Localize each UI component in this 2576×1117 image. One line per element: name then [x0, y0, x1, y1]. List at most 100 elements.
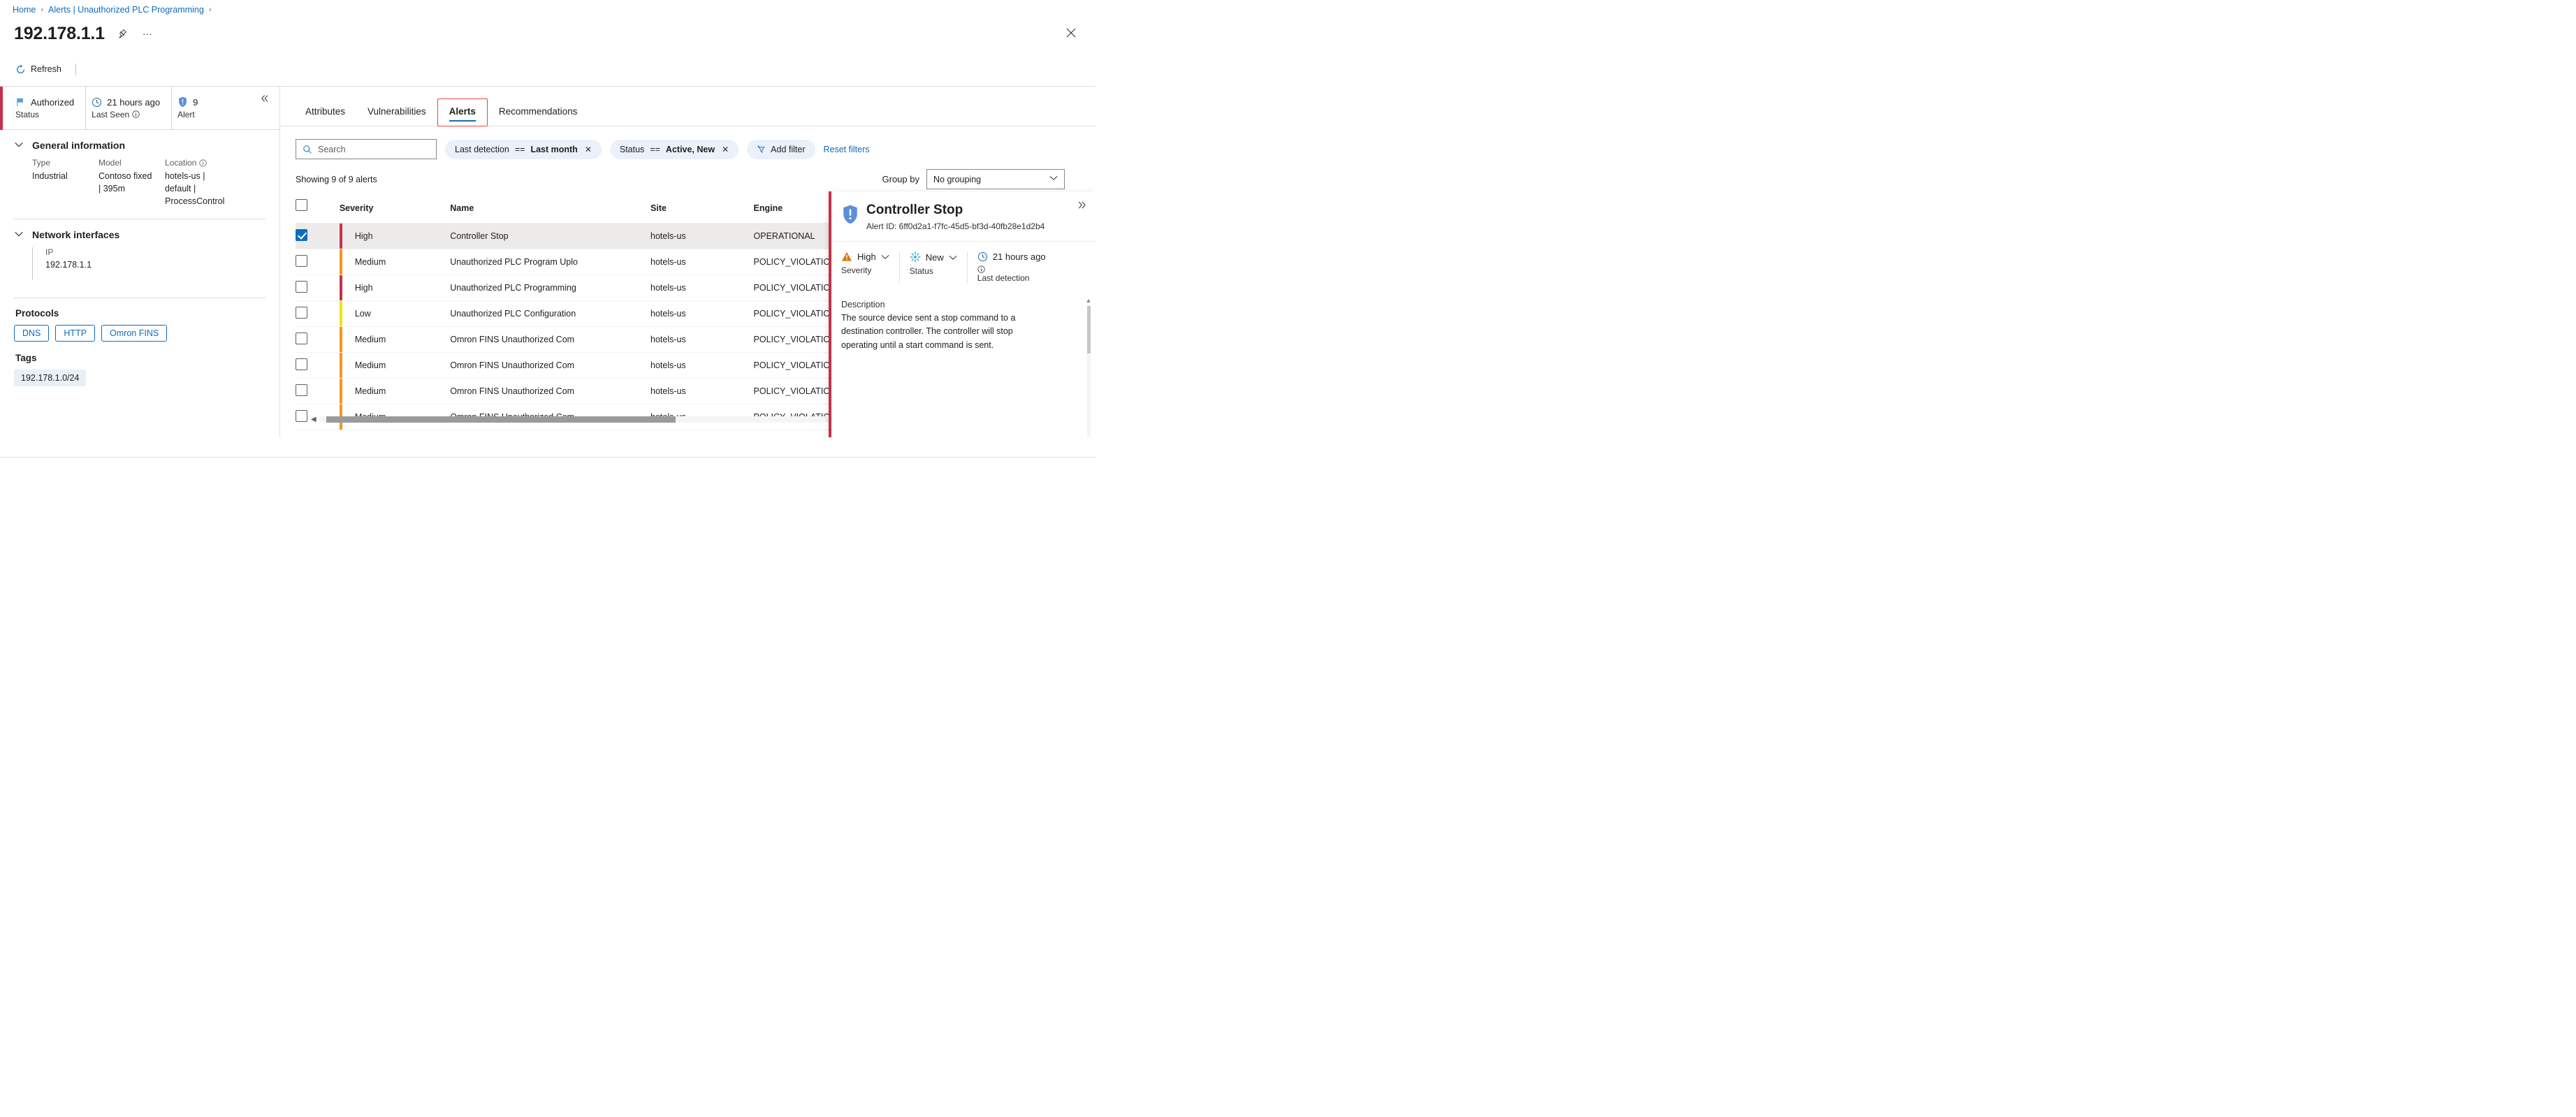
alert-status-value: New	[926, 252, 944, 263]
severity-label: High	[355, 231, 373, 241]
filter-value: Active, New	[666, 145, 715, 154]
column-name[interactable]: Name	[450, 199, 650, 224]
column-severity[interactable]: Severity	[340, 199, 450, 224]
filter-pill-status[interactable]: Status == Active, New ✕	[610, 140, 738, 159]
close-icon[interactable]: ✕	[585, 145, 592, 154]
scroll-left-icon[interactable]: ◀	[311, 416, 316, 423]
page-title: 192.178.1.1	[14, 24, 105, 44]
add-filter-label: Add filter	[771, 145, 805, 154]
pin-icon[interactable]	[115, 26, 130, 41]
row-select-cell[interactable]	[296, 327, 340, 353]
scroll-thumb[interactable]	[326, 416, 676, 423]
tags-title: Tags	[15, 353, 265, 363]
reset-filters-link[interactable]: Reset filters	[824, 145, 870, 154]
close-icon[interactable]: ✕	[722, 145, 729, 154]
scroll-track[interactable]	[1087, 306, 1091, 437]
row-checkbox[interactable]	[296, 410, 307, 422]
row-checkbox[interactable]	[296, 358, 307, 370]
close-icon[interactable]	[1062, 24, 1080, 42]
group-by-select[interactable]: No grouping	[926, 169, 1065, 189]
row-checkbox[interactable]	[296, 307, 307, 319]
tab-recommendations[interactable]: Recommendations	[488, 106, 589, 126]
table-horizontal-scrollbar[interactable]: ◀ ▶	[311, 415, 849, 423]
severity-color-bar	[340, 353, 342, 378]
cell-name: Omron FINS Unauthorized Com	[450, 327, 650, 353]
cell-name: Unauthorized PLC Programming	[450, 275, 650, 301]
scroll-thumb[interactable]	[1087, 306, 1091, 353]
description-text: The source device sent a stop command to…	[841, 312, 1051, 352]
alert-last-detection-label: Last detection	[977, 273, 1046, 283]
alert-status-label: Status	[910, 266, 957, 276]
stat-alert-label: Alert	[177, 110, 195, 119]
severity-label: Medium	[355, 257, 386, 267]
row-checkbox[interactable]	[296, 255, 307, 267]
chevron-down-icon	[14, 141, 24, 150]
breadcrumb-item-home[interactable]: Home	[13, 5, 36, 15]
cell-site: hotels-us	[650, 249, 754, 275]
tag-item[interactable]: 192.178.1.0/24	[14, 370, 86, 386]
row-select-cell[interactable]	[296, 301, 340, 327]
chevron-down-icon[interactable]	[949, 252, 957, 263]
cell-site: hotels-us	[650, 353, 754, 379]
alert-detail-id: Alert ID: 6ff0d2a1-f7fc-45d5-bf3d-40fb28…	[866, 221, 1045, 231]
protocols-chip-list: DNS HTTP Omron FINS	[14, 325, 265, 342]
cell-severity: Medium	[340, 379, 450, 404]
refresh-button[interactable]: Refresh	[14, 61, 67, 78]
row-select-cell[interactable]	[296, 379, 340, 404]
stat-last-seen-label: Last Seen	[92, 110, 129, 119]
row-checkbox[interactable]	[296, 333, 307, 344]
filter-pill-last-detection[interactable]: Last detection == Last month ✕	[445, 140, 602, 159]
info-value-model: Contoso fixed | 395m	[99, 170, 157, 195]
chevron-right-icon: ›	[41, 6, 43, 14]
network-interfaces-header[interactable]: Network interfaces	[14, 229, 265, 240]
scroll-up-icon[interactable]: ▲	[1086, 297, 1092, 304]
scroll-track[interactable]	[319, 416, 841, 423]
add-filter-button[interactable]: Add filter	[747, 140, 815, 159]
tab-vulnerabilities[interactable]: Vulnerabilities	[356, 106, 437, 126]
ellipsis-icon[interactable]: ···	[140, 26, 155, 41]
column-site[interactable]: Site	[650, 199, 754, 224]
severity-label: High	[355, 283, 373, 293]
protocol-chip-omron-fins[interactable]: Omron FINS	[101, 325, 167, 342]
network-interfaces-title: Network interfaces	[32, 229, 119, 240]
general-information-fields: Type Industrial Model Contoso fixed | 39…	[14, 158, 265, 207]
group-by-control: Group by No grouping	[882, 169, 1096, 189]
row-checkbox[interactable]	[296, 281, 307, 293]
row-select-cell[interactable]	[296, 353, 340, 379]
stat-alert: 9 Alert	[172, 87, 209, 129]
info-value-type: Industrial	[32, 170, 90, 182]
row-select-cell[interactable]	[296, 249, 340, 275]
select-all-checkbox[interactable]	[296, 199, 307, 211]
flyout-vertical-scrollbar[interactable]: ▲ ▼	[1085, 297, 1092, 437]
row-checkbox[interactable]	[296, 229, 307, 241]
info-icon	[132, 110, 140, 118]
command-bar: Refresh	[0, 55, 1096, 83]
breadcrumb-item-alerts[interactable]: Alerts | Unauthorized PLC Programming	[48, 5, 204, 15]
tab-alerts[interactable]: Alerts	[437, 98, 488, 126]
cell-site: hotels-us	[650, 224, 754, 249]
cell-site: hotels-us	[650, 379, 754, 404]
network-interfaces-section: Network interfaces IP 192.178.1.1	[0, 219, 279, 279]
search-placeholder: Search	[318, 145, 346, 154]
stat-last-seen-value: 21 hours ago	[107, 97, 160, 108]
protocol-chip-dns[interactable]: DNS	[14, 325, 49, 342]
protocol-chip-http[interactable]: HTTP	[55, 325, 95, 342]
command-separator	[75, 64, 76, 75]
clock-icon	[977, 251, 988, 262]
nic-value-ip: 192.178.1.1	[45, 260, 92, 270]
chevron-double-left-icon	[260, 94, 270, 103]
chevron-double-right-icon[interactable]	[1077, 200, 1087, 213]
row-select-cell[interactable]	[296, 275, 340, 301]
alert-status: New Status	[910, 251, 968, 283]
general-information-header[interactable]: General information	[14, 140, 265, 151]
tab-attributes[interactable]: Attributes	[294, 106, 356, 126]
info-icon	[977, 265, 985, 273]
row-checkbox[interactable]	[296, 384, 307, 396]
row-select-cell[interactable]	[296, 224, 340, 249]
alert-severity-label: Severity	[841, 265, 889, 275]
chevron-down-icon[interactable]	[881, 251, 889, 262]
collapse-panel-button[interactable]	[260, 87, 279, 129]
chevron-down-icon	[1049, 175, 1058, 183]
search-input[interactable]: Search	[296, 139, 437, 159]
bottom-bar	[0, 457, 1096, 475]
